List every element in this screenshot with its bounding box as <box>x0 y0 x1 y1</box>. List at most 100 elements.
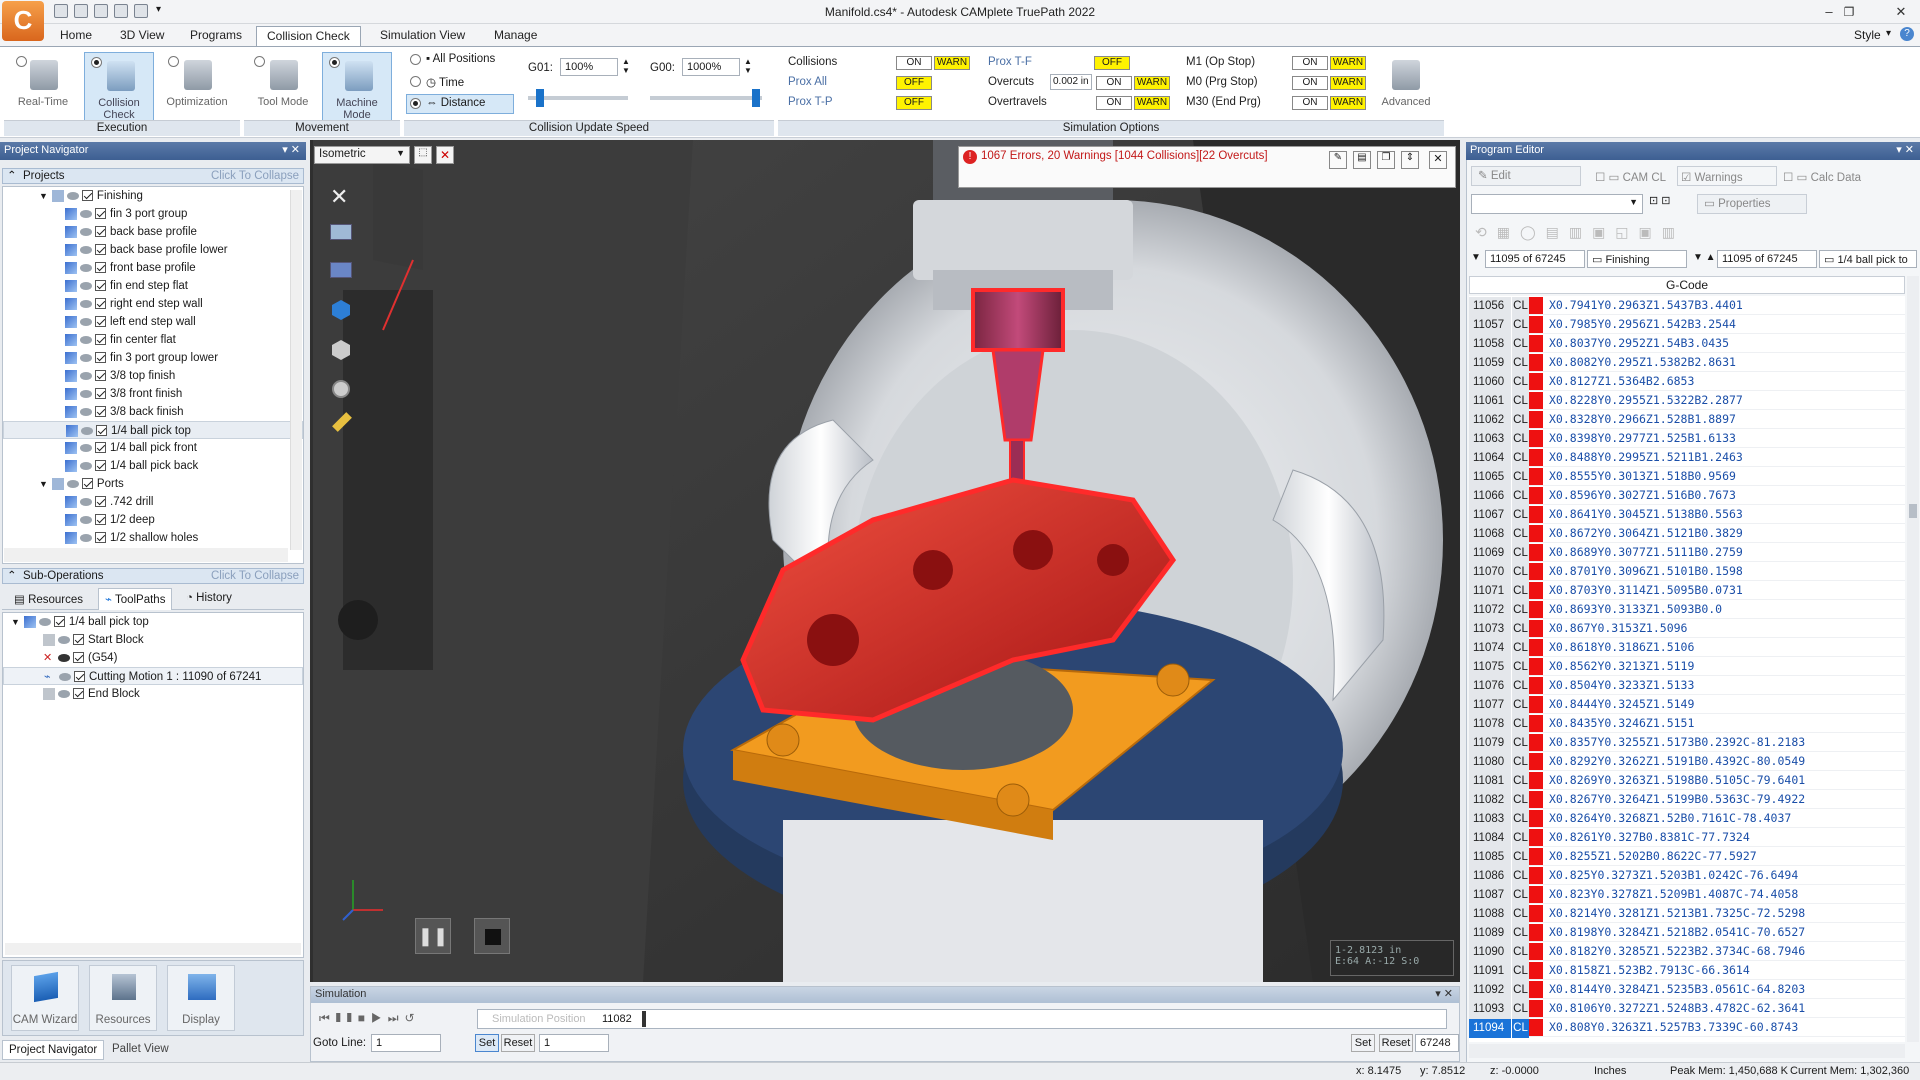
tree-item-operation[interactable]: 1/2 shallow holes <box>3 529 303 547</box>
checkbox[interactable] <box>95 262 106 274</box>
checkbox[interactable] <box>95 208 106 220</box>
checkbox[interactable] <box>95 370 106 382</box>
visibility-icon[interactable] <box>80 209 92 218</box>
collisions-warn-button[interactable]: WARN <box>934 56 970 70</box>
wireframe-icon[interactable] <box>332 340 350 360</box>
gcode-row[interactable]: 11069 CL X0.8689Y0.3077Z1.5111B0.2759 <box>1469 543 1905 563</box>
sub-operations-section-header[interactable]: ⌃ Sub-Operations Click To Collapse <box>2 568 304 584</box>
close-button[interactable]: ✕ <box>1890 3 1912 21</box>
tree-item-operation[interactable]: .742 drill <box>3 493 303 511</box>
m1-on-button[interactable]: ON <box>1292 56 1328 70</box>
visibility-icon[interactable] <box>80 389 92 398</box>
gcode-row[interactable]: 11062 CL X0.8328Y0.2966Z1.528B1.8897 <box>1469 410 1905 430</box>
tree-item-operation[interactable]: 1/4 ball pick back <box>3 457 303 475</box>
gcode-row[interactable]: 11070 CL X0.8701Y0.3096Z1.5101B0.1598 <box>1469 562 1905 582</box>
gcode-row[interactable]: 11061 CL X0.8228Y0.2955Z1.5322B2.2877 <box>1469 391 1905 411</box>
gcode-row[interactable]: 11091 CL X0.8158Z1.523B2.7913C-66.3614 <box>1469 961 1905 981</box>
g00-input[interactable]: 1000% <box>682 58 740 76</box>
gcode-row[interactable]: 11094 CL X0.808Y0.3263Z1.5257B3.7339C-60.8… <box>1469 1018 1905 1038</box>
prox-all-off-button[interactable]: OFF <box>896 76 932 90</box>
checkbox[interactable] <box>95 442 106 454</box>
prox-tf-off-button[interactable]: OFF <box>1094 56 1130 70</box>
visibility-icon[interactable] <box>80 533 92 542</box>
gcode-horizontal-scrollbar[interactable] <box>1469 1044 1905 1058</box>
gcode-row[interactable]: 11079 CL X0.8357Y0.3255Z1.5173B0.2392C-81.… <box>1469 733 1905 753</box>
gcode-row[interactable]: 11087 CL X0.823Y0.3278Z1.5209B1.4087C-74.4… <box>1469 885 1905 905</box>
gcode-row[interactable]: 11084 CL X0.8261Y0.327B0.8381C-77.7324 <box>1469 828 1905 848</box>
m1-warn-button[interactable]: WARN <box>1330 56 1366 70</box>
visibility-icon[interactable] <box>80 263 92 272</box>
expand-icon[interactable]: ⇕ <box>1401 151 1419 169</box>
collapse-icon[interactable]: ▼ <box>39 479 48 489</box>
edit-button[interactable]: ✎ Edit <box>1471 166 1581 186</box>
tree-item-operation[interactable]: right end step wall <box>3 295 303 313</box>
g00-slider[interactable] <box>650 96 762 100</box>
fit-view-icon[interactable]: ✕ <box>330 184 348 210</box>
real-time-radio[interactable] <box>16 56 27 67</box>
panel-pin-icon[interactable]: ▾ ✕ <box>282 142 300 159</box>
optimization-radio[interactable] <box>168 56 179 67</box>
m30-warn-button[interactable]: WARN <box>1330 96 1366 110</box>
gcode-row[interactable]: 11085 CL X0.8255Z1.5202B0.8622C-77.5927 <box>1469 847 1905 867</box>
view-select[interactable]: Isometric ▼ <box>314 146 410 164</box>
checkbox[interactable] <box>95 352 106 364</box>
gcode-row[interactable]: 11057 CL X0.7985Y0.2956Z1.542B3.2544 <box>1469 315 1905 335</box>
time-radio[interactable] <box>410 76 421 87</box>
tab-project-navigator[interactable]: Project Navigator <box>2 1040 105 1060</box>
section-view-icon[interactable] <box>332 380 350 398</box>
checkbox[interactable] <box>95 316 106 328</box>
tree-item-operation[interactable]: 1/2 deep <box>3 511 303 529</box>
display-button[interactable]: Display <box>167 965 235 1031</box>
overcuts-warn-button[interactable]: WARN <box>1134 76 1170 90</box>
gcode-row[interactable]: 11078 CL X0.8435Y0.3246Z1.5151 <box>1469 714 1905 734</box>
gcode-row[interactable]: 11068 CL X0.8672Y0.3064Z1.5121B0.3829 <box>1469 524 1905 544</box>
m30-on-button[interactable]: ON <box>1292 96 1328 110</box>
gcode-row[interactable]: 11063 CL X0.8398Y0.2977Z1.525B1.6133 <box>1469 429 1905 449</box>
tab-simulation-view[interactable]: Simulation View <box>370 26 475 46</box>
gcode-row[interactable]: 11093 CL X0.8106Y0.3272Z1.5248B3.4782C-62.… <box>1469 999 1905 1019</box>
set-end-button[interactable]: Set <box>1351 1034 1375 1052</box>
resources-button[interactable]: Resources <box>89 965 157 1031</box>
gcode-row[interactable]: 11089 CL X0.8198Y0.3284Z1.5218B2.0541C-70.… <box>1469 923 1905 943</box>
real-time-button[interactable]: Real-Time <box>8 52 78 124</box>
checkbox[interactable] <box>95 226 106 238</box>
distance-radio[interactable] <box>410 98 421 109</box>
simulation-position-track[interactable]: Simulation Position 11082 <box>477 1009 1447 1029</box>
help-icon[interactable]: ? <box>1900 27 1914 41</box>
next-program-icon[interactable]: ▼ ▲ <box>1693 252 1716 263</box>
reset-end-button[interactable]: Reset <box>1379 1034 1413 1052</box>
g00-slider-thumb[interactable] <box>752 89 760 107</box>
gcode-row[interactable]: 11071 CL X0.8703Y0.3114Z1.5095B0.0731 <box>1469 581 1905 601</box>
g01-slider-thumb[interactable] <box>536 89 544 107</box>
measure-icon[interactable] <box>332 412 352 432</box>
range-end-input[interactable]: 67248 <box>1415 1034 1459 1052</box>
visibility-icon[interactable] <box>80 443 92 452</box>
visibility-icon[interactable] <box>80 317 92 326</box>
gcode-row[interactable]: 11066 CL X0.8596Y0.3027Z1.516B0.7673 <box>1469 486 1905 506</box>
gcode-row[interactable]: 11067 CL X0.8641Y0.3045Z1.5138B0.5563 <box>1469 505 1905 525</box>
style-chevron-icon[interactable]: ▾ <box>1886 28 1891 39</box>
toolpath-root[interactable]: ▼ 1/4 ball pick top <box>3 613 303 631</box>
m0-warn-button[interactable]: WARN <box>1330 76 1366 90</box>
toolpaths-horizontal-scrollbar[interactable] <box>5 943 301 955</box>
tree-item-operation[interactable]: 3/8 back finish <box>3 403 303 421</box>
restore-button[interactable]: ❐ <box>1838 3 1860 21</box>
calc-data-toggle[interactable]: ☐ ▭ Calc Data <box>1783 170 1861 184</box>
machine-mode-button[interactable]: Machine Mode <box>322 52 392 124</box>
checkbox[interactable] <box>96 425 107 437</box>
side-view-icon[interactable] <box>330 262 352 278</box>
gcode-row[interactable]: 11073 CL X0.867Y0.3153Z1.5096 <box>1469 619 1905 639</box>
tab-resources[interactable]: ▤ Resources <box>14 592 83 606</box>
panel-close-icon[interactable]: ▾ ✕ <box>1435 987 1453 1002</box>
visibility-icon[interactable] <box>80 515 92 524</box>
operation-name-field[interactable]: ▭ 1/4 ball pick to <box>1819 250 1917 268</box>
reset-start-button[interactable]: Reset <box>501 1034 535 1052</box>
checkbox[interactable] <box>95 244 106 256</box>
tab-toolpaths[interactable]: ⌁ ToolPaths <box>98 588 173 610</box>
visibility-icon[interactable] <box>80 335 92 344</box>
tree-item-operation[interactable]: fin end step flat <box>3 277 303 295</box>
set-start-button[interactable]: Set <box>475 1034 499 1052</box>
visibility-icon[interactable] <box>80 407 92 416</box>
tab-manage[interactable]: Manage <box>484 26 547 46</box>
visibility-icon[interactable] <box>80 281 92 290</box>
